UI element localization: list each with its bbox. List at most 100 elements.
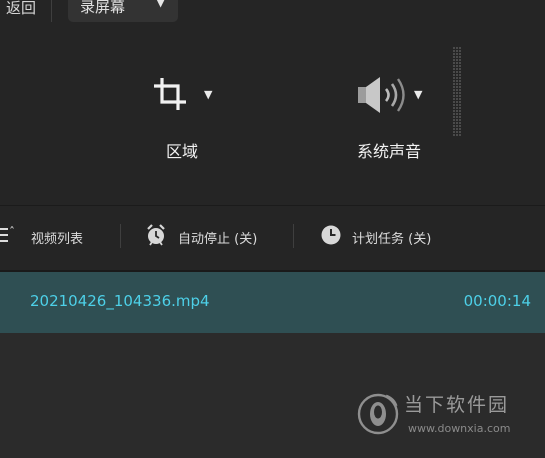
- meter-segment: [453, 74, 455, 76]
- meter-segment: [459, 110, 461, 112]
- meter-segment: [453, 119, 455, 121]
- chevron-down-icon[interactable]: ▼: [414, 88, 422, 101]
- meter-segment: [459, 104, 461, 106]
- meter-segment: [453, 68, 455, 70]
- meter-segment: [453, 98, 455, 100]
- meter-segment: [459, 53, 461, 55]
- meter-segment: [456, 92, 458, 94]
- meter-segment: [453, 104, 455, 106]
- meter-segment: [459, 56, 461, 58]
- meter-segment: [456, 98, 458, 100]
- recording-filename: 20210426_104336.mp4: [30, 292, 210, 310]
- meter-segment: [459, 101, 461, 103]
- alarm-clock-icon: [147, 224, 165, 246]
- top-bar: 返回 录屏幕 ▼: [0, 0, 545, 22]
- meter-segment: [459, 113, 461, 115]
- meter-segment: [456, 68, 458, 70]
- meter-segment: [453, 53, 455, 55]
- meter-segment: [459, 68, 461, 70]
- watermark-logo: [357, 393, 399, 435]
- meter-segment: [453, 50, 455, 52]
- meter-segment: [453, 107, 455, 109]
- meter-segment: [459, 92, 461, 94]
- meter-segment: [459, 71, 461, 73]
- meter-segment: [459, 59, 461, 61]
- meter-segment: [456, 59, 458, 61]
- region-control[interactable]: ▼ 区域: [140, 72, 250, 167]
- back-button[interactable]: 返回: [6, 0, 36, 18]
- meter-segment: [453, 77, 455, 79]
- meter-segment: [453, 116, 455, 118]
- meter-segment: [453, 80, 455, 82]
- meter-segment: [459, 47, 461, 49]
- system-audio-control[interactable]: ▼ 系统声音: [350, 72, 460, 167]
- chevron-down-icon: ▼: [156, 0, 166, 9]
- meter-segment: [459, 62, 461, 64]
- meter-segment: [459, 65, 461, 67]
- meter-segment: [459, 125, 461, 127]
- meter-segment: [459, 83, 461, 85]
- meter-segment: [456, 125, 458, 127]
- meter-segment: [459, 134, 461, 136]
- toolbar-separator: [120, 224, 121, 248]
- meter-segment: [453, 71, 455, 73]
- meter-segment: [459, 89, 461, 91]
- toolbar-separator: [293, 224, 294, 248]
- meter-segment: [453, 89, 455, 91]
- meter-segment: [453, 122, 455, 124]
- meter-segment: [456, 101, 458, 103]
- meter-segment: [453, 83, 455, 85]
- top-separator: [51, 0, 52, 22]
- meter-segment: [456, 134, 458, 136]
- meter-segment: [453, 59, 455, 61]
- auto-stop-label: 自动停止 (关): [178, 232, 258, 247]
- meter-segment: [459, 50, 461, 52]
- meter-segment: [456, 86, 458, 88]
- list-item[interactable]: 20210426_104336.mp4 00:00:14: [0, 272, 545, 333]
- meter-segment: [456, 122, 458, 124]
- region-label: 区域: [166, 142, 199, 161]
- system-audio-label: 系统声音: [357, 142, 422, 161]
- recording-duration: 00:00:14: [463, 292, 531, 310]
- meter-segment: [453, 110, 455, 112]
- meter-segment: [456, 83, 458, 85]
- video-list-toggle[interactable]: ˆ 视频列表: [0, 219, 106, 253]
- meter-segment: [456, 77, 458, 79]
- meter-segment: [456, 89, 458, 91]
- meter-segment: [453, 86, 455, 88]
- meter-segment: [459, 74, 461, 76]
- meter-segment: [456, 56, 458, 58]
- meter-segment: [456, 95, 458, 97]
- meter-segment: [456, 62, 458, 64]
- chevron-down-icon[interactable]: ▼: [204, 88, 212, 101]
- recording-mode-dropdown[interactable]: 录屏幕 ▼: [68, 0, 178, 22]
- meter-segment: [459, 107, 461, 109]
- clock-icon: [321, 225, 341, 245]
- speaker-icon: [358, 77, 405, 113]
- meter-segment: [459, 86, 461, 88]
- meter-segment: [459, 77, 461, 79]
- meter-segment: [456, 80, 458, 82]
- meter-segment: [456, 131, 458, 133]
- watermark-url: www.downxia.com: [408, 422, 511, 435]
- meter-segment: [453, 125, 455, 127]
- meter-segment: [459, 95, 461, 97]
- meter-segment: [453, 113, 455, 115]
- meter-segment: [456, 74, 458, 76]
- meter-segment: [456, 113, 458, 115]
- meter-segment: [456, 50, 458, 52]
- meter-segment: [456, 107, 458, 109]
- meter-segment: [453, 62, 455, 64]
- meter-segment: [456, 65, 458, 67]
- meter-segment: [453, 134, 455, 136]
- meter-segment: [459, 128, 461, 130]
- meter-segment: [459, 98, 461, 100]
- meter-segment: [459, 131, 461, 133]
- meter-segment: [453, 56, 455, 58]
- meter-segment: [453, 101, 455, 103]
- auto-stop-button[interactable]: 自动停止 (关): [145, 219, 280, 253]
- meter-segment: [456, 110, 458, 112]
- scheduled-task-button[interactable]: 计划任务 (关): [320, 219, 455, 253]
- meter-segment: [453, 128, 455, 130]
- meter-segment: [453, 95, 455, 97]
